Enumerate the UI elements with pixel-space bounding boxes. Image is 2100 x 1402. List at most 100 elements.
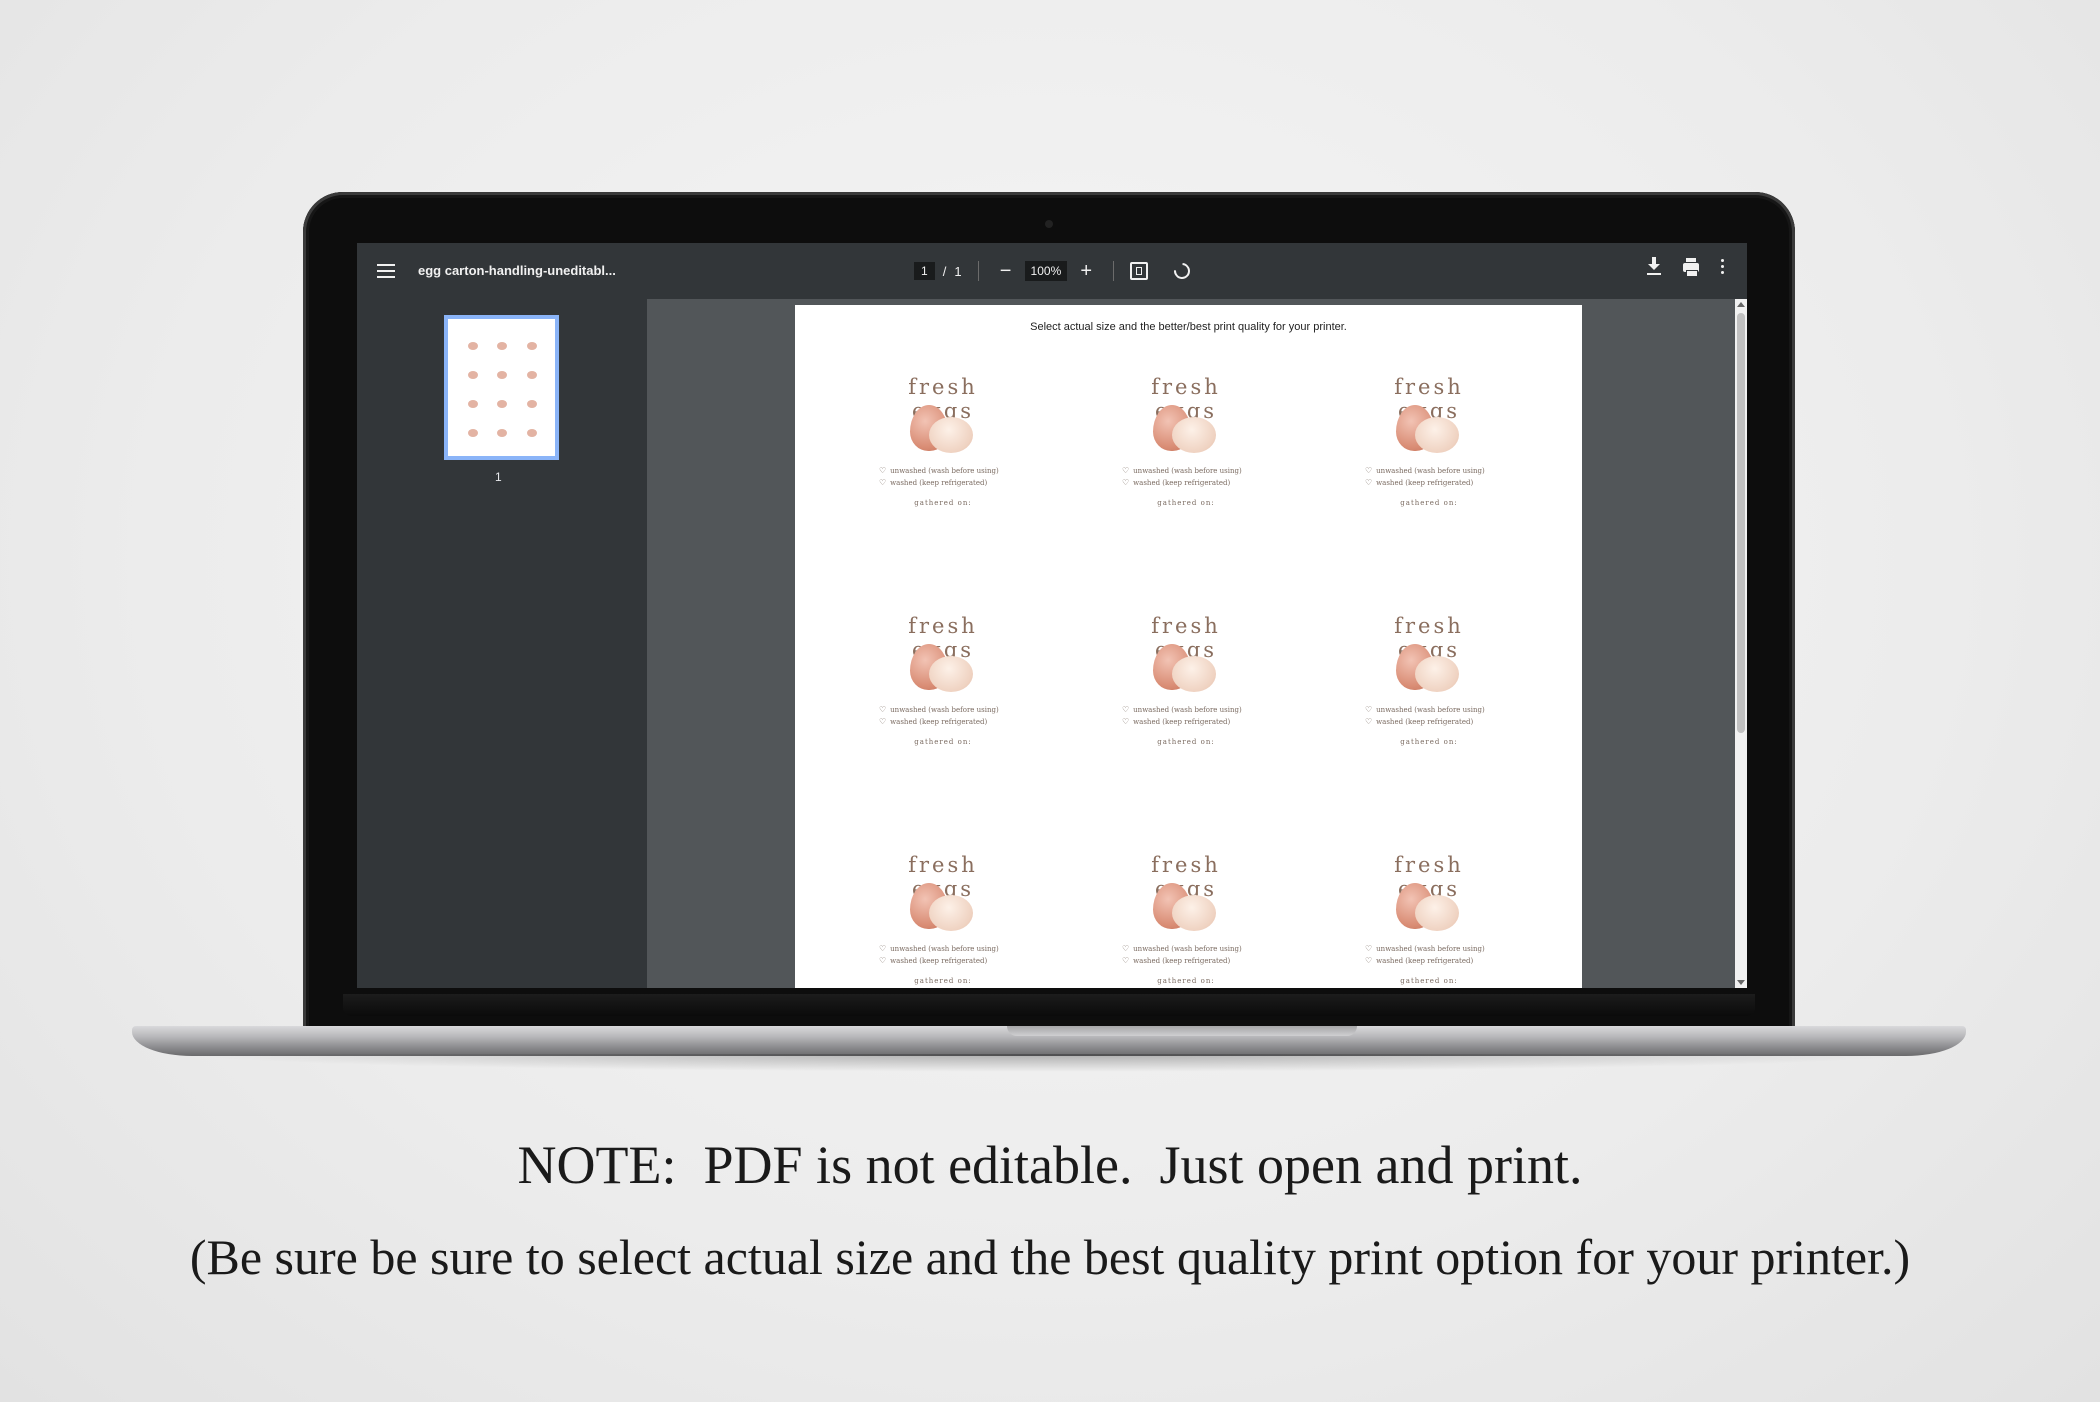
egg-icon (1415, 656, 1459, 692)
page-separator: / (942, 263, 947, 279)
gathered-on-label: gathered on: (1157, 738, 1215, 746)
more-options-icon[interactable] (1721, 258, 1725, 274)
option-washed: ♡ washed (keep refrigerated) (1122, 955, 1256, 967)
gathered-on-label: gathered on: (914, 499, 972, 507)
page-total: 1 (954, 263, 962, 279)
gathered-on-label: gathered on: (1400, 499, 1458, 507)
option-unwashed: ♡ unwashed (wash before using) (1122, 465, 1256, 477)
egg-label: fresh eggs ♡ unwashed (wash before using) ♡… (1359, 853, 1499, 988)
egg-label: fresh eggs ♡ unwashed (wash before using) ♡… (1359, 614, 1499, 774)
page-number-input[interactable]: 1 (914, 262, 935, 280)
option-washed: ♡ washed (keep refrigerated) (1365, 477, 1499, 489)
label-options: ♡ unwashed (wash before using) ♡ washed (ke… (1359, 943, 1499, 967)
toolbar-divider (1113, 261, 1115, 281)
option-text: unwashed (wash before using) (890, 945, 999, 953)
option-text: washed (keep refrigerated) (1376, 479, 1474, 487)
heart-icon: ♡ (1365, 944, 1373, 953)
print-icon[interactable] (1683, 258, 1699, 277)
option-text: washed (keep refrigerated) (1376, 957, 1474, 965)
page-thumbnail[interactable] (444, 315, 559, 460)
option-washed: ♡ washed (keep refrigerated) (1122, 477, 1256, 489)
gathered-on-label: gathered on: (1157, 499, 1215, 507)
option-unwashed: ♡ unwashed (wash before using) (1122, 704, 1256, 716)
zoom-out-button[interactable]: − (995, 261, 1017, 281)
option-text: unwashed (wash before using) (1376, 467, 1485, 475)
egg-icon (1172, 895, 1216, 931)
heart-icon: ♡ (1122, 944, 1130, 953)
heart-icon: ♡ (1122, 956, 1130, 965)
scrollbar-thumb[interactable] (1737, 313, 1745, 733)
zoom-in-button[interactable]: + (1075, 261, 1097, 281)
heart-icon: ♡ (1122, 705, 1130, 714)
option-text: washed (keep refrigerated) (890, 957, 988, 965)
option-unwashed: ♡ unwashed (wash before using) (879, 704, 1013, 716)
rotate-icon[interactable] (1170, 259, 1194, 283)
heart-icon: ♡ (1122, 478, 1130, 487)
option-unwashed: ♡ unwashed (wash before using) (1365, 704, 1499, 716)
option-unwashed: ♡ unwashed (wash before using) (879, 465, 1013, 477)
gathered-on-label: gathered on: (1157, 977, 1215, 985)
option-text: washed (keep refrigerated) (890, 718, 988, 726)
gathered-on-label: gathered on: (914, 977, 972, 985)
pdf-toolbar: egg carton-handling-uneditabl... 1 / 1 −… (357, 243, 1747, 299)
heart-icon: ♡ (1122, 717, 1130, 726)
gathered-on-label: gathered on: (1400, 738, 1458, 746)
heart-icon: ♡ (1122, 466, 1130, 475)
camera-icon (1045, 220, 1053, 228)
toolbar-actions (1647, 257, 1725, 277)
heart-icon: ♡ (879, 944, 887, 953)
heart-icon: ♡ (1365, 717, 1373, 726)
egg-label: fresh eggs ♡ unwashed (wash before using) ♡… (1359, 375, 1499, 535)
heart-icon: ♡ (879, 466, 887, 475)
option-text: unwashed (wash before using) (1133, 467, 1242, 475)
note-caption: NOTE: PDF is not editable. Just open and… (517, 1135, 1583, 1195)
option-text: unwashed (wash before using) (1133, 706, 1242, 714)
heart-icon: ♡ (1365, 705, 1373, 714)
label-options: ♡ unwashed (wash before using) ♡ washed (ke… (1359, 465, 1499, 489)
gathered-on-label: gathered on: (1400, 977, 1458, 985)
download-icon[interactable] (1647, 257, 1661, 275)
egg-label: fresh eggs ♡ unwashed (wash before using) ♡… (873, 853, 1013, 988)
heart-icon: ♡ (1365, 956, 1373, 965)
option-text: unwashed (wash before using) (1376, 945, 1485, 953)
vertical-scrollbar[interactable] (1735, 299, 1747, 988)
egg-label: fresh eggs ♡ unwashed (wash before using) ♡… (1116, 853, 1256, 988)
option-washed: ♡ washed (keep refrigerated) (879, 955, 1013, 967)
thumbnail-page-number: 1 (495, 470, 502, 484)
print-instructions: Select actual size and the better/best p… (1030, 321, 1347, 333)
option-unwashed: ♡ unwashed (wash before using) (1365, 465, 1499, 477)
fit-page-icon[interactable] (1130, 262, 1149, 280)
scroll-down-icon[interactable] (1737, 980, 1745, 985)
option-text: unwashed (wash before using) (890, 706, 999, 714)
label-options: ♡ unwashed (wash before using) ♡ washed (ke… (873, 465, 1013, 489)
option-text: washed (keep refrigerated) (1133, 479, 1231, 487)
page-controls: 1 / 1 − 100% + (914, 257, 1194, 285)
egg-icon (1172, 417, 1216, 453)
thumbnail-preview (458, 331, 547, 448)
laptop-screen: egg carton-handling-uneditabl... 1 / 1 −… (357, 243, 1747, 988)
gathered-on-label: gathered on: (914, 738, 972, 746)
laptop-bezel (343, 994, 1755, 1016)
label-options: ♡ unwashed (wash before using) ♡ washed (ke… (1116, 465, 1256, 489)
option-text: unwashed (wash before using) (1376, 706, 1485, 714)
egg-icon (1172, 656, 1216, 692)
label-options: ♡ unwashed (wash before using) ♡ washed (ke… (873, 704, 1013, 728)
option-unwashed: ♡ unwashed (wash before using) (1365, 943, 1499, 955)
document-title: egg carton-handling-uneditabl... (418, 263, 616, 278)
egg-label: fresh eggs ♡ unwashed (wash before using) ♡… (873, 614, 1013, 774)
laptop-lid: egg carton-handling-uneditabl... 1 / 1 −… (303, 192, 1795, 1034)
heart-icon: ♡ (879, 717, 887, 726)
document-viewer: Select actual size and the better/best p… (647, 299, 1747, 988)
thumbnail-sidebar: 1 (357, 299, 647, 988)
zoom-input[interactable]: 100% (1024, 261, 1068, 281)
menu-icon[interactable] (377, 260, 395, 282)
option-washed: ♡ washed (keep refrigerated) (1122, 716, 1256, 728)
option-unwashed: ♡ unwashed (wash before using) (879, 943, 1013, 955)
scroll-up-icon[interactable] (1737, 302, 1745, 307)
laptop-shadow (180, 1054, 1920, 1072)
pdf-page: Select actual size and the better/best p… (795, 305, 1582, 988)
option-washed: ♡ washed (keep refrigerated) (1365, 955, 1499, 967)
option-text: unwashed (wash before using) (1133, 945, 1242, 953)
heart-icon: ♡ (1365, 466, 1373, 475)
egg-icon (1415, 895, 1459, 931)
